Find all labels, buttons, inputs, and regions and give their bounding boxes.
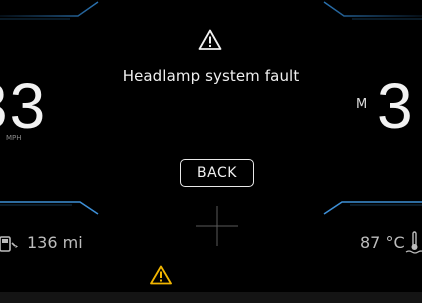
coolant-temperature-readout: 87 °C bbox=[360, 233, 405, 252]
bottom-status-strip bbox=[0, 292, 422, 303]
speed-unit: MPH bbox=[6, 134, 22, 142]
gear-mode: M bbox=[356, 97, 368, 112]
crosshair-marker bbox=[196, 206, 238, 246]
top-frame-accent bbox=[0, 1, 422, 20]
instrument-cluster: 33 MPH M 3 Headlamp system fault BACK 13… bbox=[0, 0, 422, 303]
warning-triangle-icon bbox=[198, 29, 222, 50]
fuel-pump-icon bbox=[0, 236, 18, 252]
back-button[interactable]: BACK bbox=[180, 159, 254, 187]
coolant-temperature-icon bbox=[405, 231, 422, 254]
alert-message: Headlamp system fault bbox=[122, 67, 300, 85]
warning-triangle-amber-icon bbox=[150, 265, 172, 285]
range-readout: 136 mi bbox=[27, 233, 83, 252]
